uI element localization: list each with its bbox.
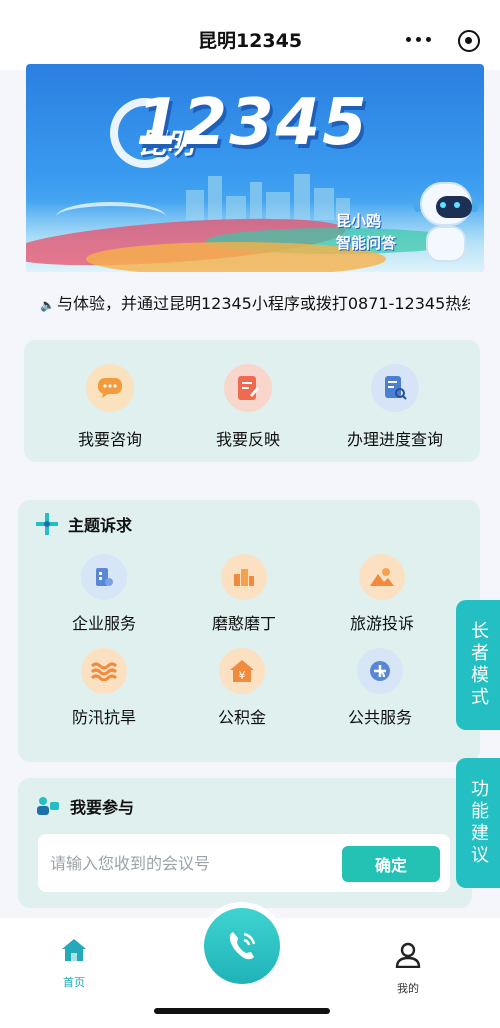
speaker-icon: 🔈: [40, 298, 55, 312]
meeting-icon: [37, 797, 59, 815]
landscape-icon: [359, 554, 405, 600]
robot-name: 昆小鸥: [336, 212, 382, 230]
hero-banner[interactable]: 昆明 12345 昆小鸥 智能问答: [26, 64, 484, 272]
topic-enterprise-service[interactable]: 企业服务: [44, 554, 164, 634]
house-yuan-icon: ¥: [219, 648, 265, 694]
phone-call-icon: [229, 932, 256, 960]
chat-bubble-icon: [86, 364, 134, 412]
quick-action-label: 我要反映: [215, 430, 280, 449]
participate-section-header: 我要参与: [36, 794, 134, 818]
home-indicator: [154, 1008, 330, 1014]
top-nav-bar: 昆明12345: [0, 0, 500, 70]
quick-action-report[interactable]: 我要反映: [188, 364, 308, 450]
section-title: 我要参与: [70, 798, 135, 817]
svg-text:¥: ¥: [239, 669, 246, 682]
banner-number-text: 12345: [136, 86, 369, 160]
more-menu-icon[interactable]: [398, 28, 438, 50]
robot-label: 昆小鸥 智能问答: [336, 210, 396, 254]
edit-document-icon: [224, 364, 272, 412]
home-icon: [62, 939, 86, 961]
close-miniprogram-icon[interactable]: [458, 30, 480, 52]
user-icon: [395, 942, 421, 969]
quick-action-consult[interactable]: 我要咨询: [50, 364, 170, 450]
topic-label: 公共服务: [347, 708, 412, 727]
robot-mascot-icon[interactable]: [414, 182, 478, 266]
topic-public-service[interactable]: 公共服务: [320, 648, 440, 728]
topic-requests-card: 主题诉求 企业服务 磨憨磨丁 旅游投诉 防汛抗旱 ¥ 公积金 公共服务: [18, 500, 480, 762]
confirm-button[interactable]: 确定: [342, 846, 440, 882]
topic-label: 旅游投诉: [349, 614, 414, 633]
topic-label: 磨憨磨丁: [211, 614, 276, 633]
topic-section-header: 主题诉求: [36, 512, 132, 536]
notice-text: 与体验，并通过昆明12345小程序或拨打0871-12345热线: [56, 294, 470, 313]
participate-card: 我要参与 请输入您收到的会议号 确定: [18, 778, 472, 908]
quick-actions-card: 我要咨询 我要反映 办理进度查询: [24, 340, 480, 462]
topic-label: 防汛抗旱: [71, 708, 136, 727]
quick-action-label: 我要咨询: [77, 430, 142, 449]
quick-action-progress[interactable]: 办理进度查询: [330, 364, 460, 450]
topic-housing-fund[interactable]: ¥ 公积金: [182, 648, 302, 728]
topic-flood-drought[interactable]: 防汛抗旱: [44, 648, 164, 728]
tab-home-label: 首页: [63, 976, 85, 989]
tab-mine[interactable]: 我的: [368, 942, 448, 996]
notice-marquee: 🔈 与体验，并通过昆明12345小程序或拨打0871-12345热线: [40, 290, 470, 316]
water-wave-icon: [81, 648, 127, 694]
tab-mine-label: 我的: [397, 982, 419, 995]
section-title: 主题诉求: [68, 516, 133, 535]
city-icon: [221, 554, 267, 600]
topic-mohan-moding[interactable]: 磨憨磨丁: [184, 554, 304, 634]
topic-label: 企业服务: [71, 614, 136, 633]
hotline-call-button[interactable]: [198, 902, 286, 990]
quick-action-label: 办理进度查询: [346, 430, 443, 449]
elder-mode-tab[interactable]: 长者模式: [456, 600, 500, 730]
robot-subtitle: 智能问答: [336, 234, 397, 252]
building-icon: [81, 554, 127, 600]
meeting-number-placeholder: 请输入您收到的会议号: [50, 854, 211, 873]
public-service-icon: [357, 648, 403, 694]
grid-plus-icon: [36, 513, 58, 535]
topic-tourism-complaint[interactable]: 旅游投诉: [322, 554, 442, 634]
tab-home[interactable]: 首页: [34, 938, 114, 990]
feature-suggestion-tab[interactable]: 功能建议: [456, 758, 500, 888]
topic-label: 公积金: [217, 708, 266, 727]
search-document-icon: [371, 364, 419, 412]
